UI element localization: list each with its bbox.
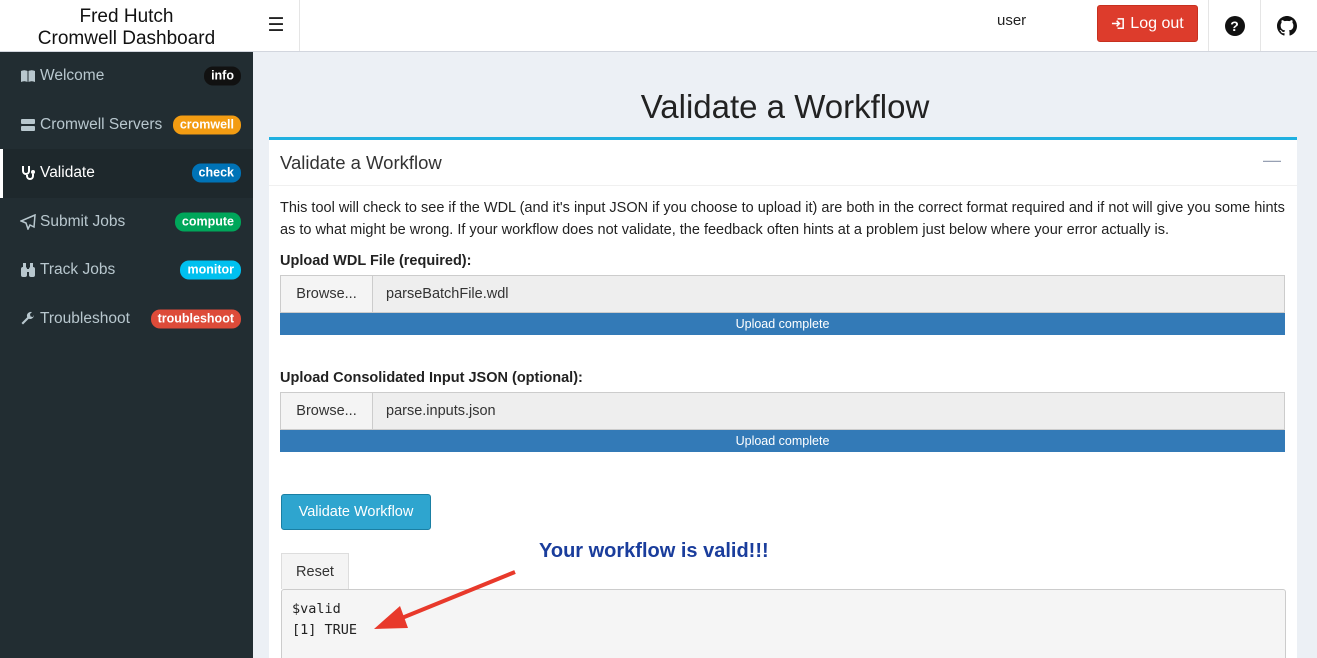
box-body: This tool will check to see if the WDL (… bbox=[269, 186, 1297, 464]
sidebar-item-label: Cromwell Servers bbox=[40, 115, 163, 133]
binoculars-icon bbox=[20, 262, 36, 278]
valid-annotation: Your workflow is valid!!! bbox=[539, 540, 769, 562]
wdl-file-input[interactable]: Browse... parseBatchFile.wdl bbox=[280, 275, 1285, 313]
book-open-icon bbox=[20, 68, 36, 84]
badge-info: info bbox=[204, 66, 241, 86]
box-header: Validate a Workflow — bbox=[269, 140, 1297, 186]
sidebar-item-troubleshoot[interactable]: Troubleshoot troubleshoot bbox=[0, 295, 253, 344]
red-arrow-icon bbox=[374, 570, 516, 629]
sidebar-item-welcome[interactable]: Welcome info bbox=[0, 52, 253, 101]
sidebar-item-label: Troubleshoot bbox=[40, 309, 130, 327]
wdl-file-name: parseBatchFile.wdl bbox=[373, 276, 1284, 312]
page-title: Validate a Workflow bbox=[640, 88, 930, 125]
server-icon bbox=[20, 117, 36, 133]
logout-button[interactable]: Log out bbox=[1097, 5, 1198, 42]
reset-button[interactable]: Reset bbox=[281, 553, 349, 589]
help-button[interactable]: ? bbox=[1208, 0, 1260, 51]
sidebar-item-label: Welcome bbox=[40, 67, 105, 85]
json-file-name: parse.inputs.json bbox=[373, 393, 1284, 429]
sidebar-item-submit-jobs[interactable]: Submit Jobs compute bbox=[0, 198, 253, 247]
sidebar-item-validate[interactable]: Validate check bbox=[0, 149, 253, 198]
wdl-browse-button[interactable]: Browse... bbox=[281, 276, 373, 312]
json-upload-label: Upload Consolidated Input JSON (optional… bbox=[280, 370, 583, 386]
json-upload-progress: Upload complete bbox=[280, 430, 1285, 452]
sidebar-item-track-jobs[interactable]: Track Jobs monitor bbox=[0, 246, 253, 295]
paper-plane-icon bbox=[20, 213, 36, 230]
sidebar-item-label: Submit Jobs bbox=[40, 212, 126, 230]
sidebar-toggle-button[interactable]: ☰ bbox=[253, 0, 300, 51]
brand-line-1: Fred Hutch bbox=[79, 6, 174, 27]
sidebar-item-label: Validate bbox=[40, 164, 95, 182]
json-file-input[interactable]: Browse... parse.inputs.json bbox=[280, 392, 1285, 430]
wdl-upload-progress: Upload complete bbox=[280, 313, 1285, 335]
github-icon bbox=[1276, 15, 1297, 36]
logout-label: Log out bbox=[1130, 14, 1184, 32]
badge-cromwell: cromwell bbox=[172, 115, 241, 135]
badge-troubleshoot: troubleshoot bbox=[150, 309, 241, 329]
brand-line-2: Cromwell Dashboard bbox=[37, 28, 216, 49]
badge-monitor: monitor bbox=[180, 260, 241, 280]
hamburger-icon: ☰ bbox=[267, 15, 285, 36]
question-circle-icon: ? bbox=[1224, 15, 1245, 36]
sign-in-icon bbox=[1112, 18, 1125, 29]
json-browse-button[interactable]: Browse... bbox=[281, 393, 373, 429]
github-button[interactable] bbox=[1260, 0, 1312, 51]
brand-title: Fred Hutch Cromwell Dashboard bbox=[0, 0, 253, 52]
box-title: Validate a Workflow bbox=[280, 152, 442, 173]
collapse-minus-icon[interactable]: — bbox=[1263, 150, 1281, 171]
user-name: user bbox=[997, 12, 1027, 29]
top-navbar: ☰ user Log out ? bbox=[253, 0, 1317, 52]
tool-description: This tool will check to see if the WDL (… bbox=[280, 200, 1285, 238]
sidebar-item-label: Track Jobs bbox=[40, 261, 116, 279]
badge-compute: compute bbox=[174, 212, 241, 232]
sidebar: Welcome info Cromwell Servers cromwell V… bbox=[0, 52, 253, 658]
stethoscope-icon bbox=[20, 165, 36, 181]
badge-check: check bbox=[191, 163, 241, 183]
wdl-upload-label: Upload WDL File (required): bbox=[280, 253, 472, 269]
validate-workflow-button[interactable]: Validate Workflow bbox=[281, 494, 431, 530]
wrench-icon bbox=[20, 311, 36, 327]
sidebar-item-cromwell-servers[interactable]: Cromwell Servers cromwell bbox=[0, 101, 253, 150]
